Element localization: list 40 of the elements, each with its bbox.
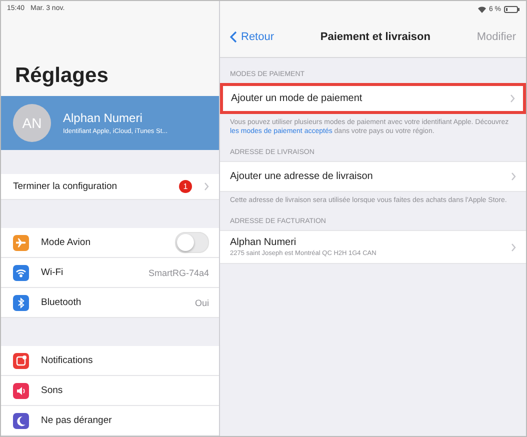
chevron-icon — [204, 182, 209, 191]
notification-badge: 1 — [179, 180, 192, 193]
settings-title: Réglages — [1, 16, 219, 96]
settings-row[interactable]: Wi-Fi SmartRG-74a4 — [1, 258, 219, 288]
settings-row[interactable]: Bluetooth Oui — [1, 288, 219, 318]
airplane-icon — [13, 234, 29, 250]
row-label: Alphan Numeri — [230, 237, 298, 248]
row-value: Oui — [194, 298, 209, 308]
row-label: Wi-Fi — [41, 267, 64, 278]
list-row[interactable]: Ajouter un mode de paiement — [220, 83, 526, 114]
row-label: Ne pas déranger — [41, 415, 113, 426]
settings-row[interactable]: Mode Avion — [1, 228, 219, 258]
toggle-switch[interactable] — [175, 232, 209, 253]
row-label: Bluetooth — [41, 297, 82, 308]
setup-row[interactable]: Terminer la configuration 1 — [1, 174, 219, 200]
row-label: Ajouter une adresse de livraison — [230, 171, 374, 182]
wifi-status-icon — [478, 6, 486, 12]
row-label: Sons — [41, 385, 64, 396]
row-label: Notifications — [41, 355, 94, 366]
chevron-icon — [511, 172, 516, 182]
bluetooth-icon — [13, 294, 29, 310]
sounds-icon — [13, 382, 29, 398]
moon-icon — [13, 412, 29, 428]
list-row[interactable]: Ajouter une adresse de livraison — [220, 161, 526, 192]
settings-row[interactable]: Ne pas déranger — [1, 406, 219, 436]
settings-row[interactable]: Sons — [1, 376, 219, 406]
profile-name: Alphan Numeri — [63, 110, 144, 125]
settings-row[interactable]: Notifications — [1, 346, 219, 376]
back-chevron-icon — [230, 31, 237, 43]
wifi-icon — [13, 264, 29, 280]
nav-title: Paiement et livraison — [320, 31, 430, 43]
row-label: Mode Avion — [41, 237, 92, 248]
notifications-icon — [13, 352, 29, 368]
row-value: SmartRG-74a4 — [148, 268, 209, 278]
chevron-icon — [511, 242, 516, 252]
row-label: Terminer la configuration — [13, 180, 118, 192]
row-label: Ajouter un mode de paiement — [231, 93, 364, 104]
chevron-icon — [510, 94, 515, 103]
back-button[interactable]: Retour — [230, 31, 274, 43]
battery-icon — [504, 6, 520, 12]
